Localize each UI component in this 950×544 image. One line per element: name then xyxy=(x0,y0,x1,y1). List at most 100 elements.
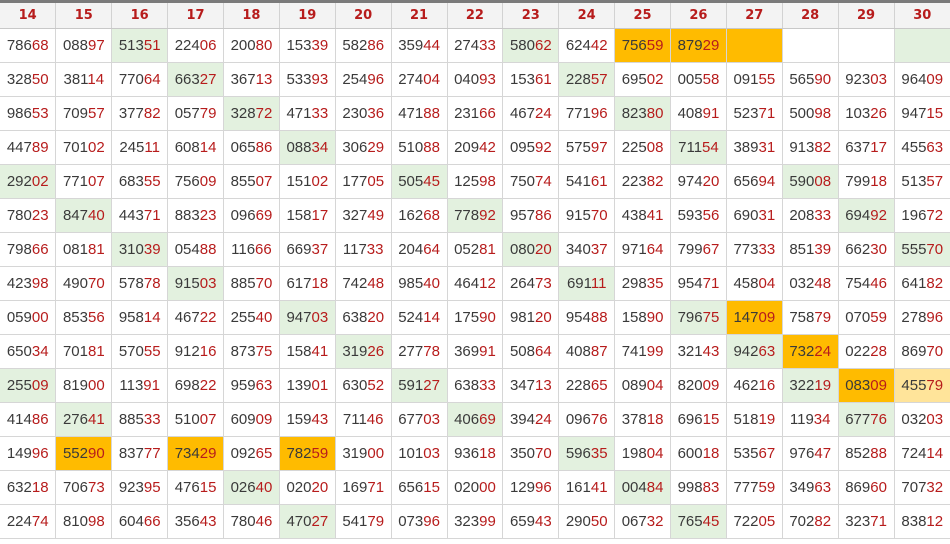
number-head: 513 xyxy=(118,37,144,54)
number-cell: 46724 xyxy=(502,96,559,131)
number-head: 976 xyxy=(789,445,815,462)
number-cell: 30629 xyxy=(334,130,392,165)
number-cell: 15817 xyxy=(278,198,336,233)
number-tail: 09 xyxy=(870,377,887,394)
column-header: 20 xyxy=(334,0,392,29)
number-cell: 16971 xyxy=(334,470,392,505)
number-cell: 44371 xyxy=(111,198,168,233)
number-tail: 33 xyxy=(758,241,776,258)
number-tail: 82 xyxy=(926,275,944,292)
number-tail: 91 xyxy=(143,377,160,394)
number-tail: 76 xyxy=(870,411,887,428)
number-head: 971 xyxy=(621,241,647,258)
number-tail: 98 xyxy=(814,105,832,122)
number-head: 088 xyxy=(286,139,312,156)
number-head: 873 xyxy=(230,343,256,360)
number-head: 462 xyxy=(733,377,759,394)
number-tail: 46 xyxy=(255,513,273,530)
number-tail: 39 xyxy=(143,241,161,258)
number-cell: 70732 xyxy=(893,470,950,505)
number-cell: 11934 xyxy=(781,402,839,437)
number-head: 683 xyxy=(118,173,144,190)
number-head: 328 xyxy=(6,71,32,88)
number-head: 278 xyxy=(901,309,927,326)
number-tail: 15 xyxy=(926,105,944,122)
number-tail: 93 xyxy=(311,71,329,88)
number-cell: 32399 xyxy=(446,504,503,539)
number-cell: 32219 xyxy=(781,368,839,403)
column-header: 25 xyxy=(614,0,671,29)
number-head: 799 xyxy=(677,241,703,258)
number-cell: 31039 xyxy=(111,232,168,267)
number-tail: 29 xyxy=(199,445,217,462)
number-head: 070 xyxy=(845,309,871,326)
number-head: 081 xyxy=(62,241,88,258)
number-tail: 75 xyxy=(255,343,273,360)
number-cell: 35643 xyxy=(167,504,224,539)
number-head: 277 xyxy=(398,343,424,360)
number-head: 117 xyxy=(342,241,367,258)
number-tail: 90 xyxy=(87,445,105,462)
number-cell: 63820 xyxy=(334,300,392,335)
number-head: 196 xyxy=(901,207,927,224)
number-tail: 05 xyxy=(367,173,385,190)
number-tail: 34 xyxy=(813,411,831,428)
number-cell: 75446 xyxy=(837,266,894,301)
number-cell: 69502 xyxy=(614,62,671,97)
number-tail: 04 xyxy=(423,71,440,88)
number-tail: 16 xyxy=(199,343,217,360)
number-cell: 59356 xyxy=(670,198,727,233)
number-head: 096 xyxy=(230,207,256,224)
number-cell: 52414 xyxy=(390,300,447,335)
number-head: 555 xyxy=(901,241,927,258)
number-cell: 88533 xyxy=(111,402,168,437)
number-tail: 22 xyxy=(199,309,217,326)
number-cell: 17705 xyxy=(334,164,392,199)
number-tail: 82 xyxy=(814,513,832,530)
number-cell: 63717 xyxy=(837,130,894,165)
number-tail: 23 xyxy=(199,207,217,224)
number-head: 470 xyxy=(286,513,312,530)
number-tail: 31 xyxy=(758,139,776,156)
number-cell: 85507 xyxy=(223,164,280,199)
number-cell: 63833 xyxy=(446,368,503,403)
number-cell: 27404 xyxy=(390,62,447,97)
number-tail: 33 xyxy=(814,207,832,224)
number-tail: 09 xyxy=(926,71,944,88)
number-tail: 79 xyxy=(926,377,944,394)
number-cell: 53567 xyxy=(725,436,783,471)
number-cell: 26473 xyxy=(502,266,559,301)
number-head: 981 xyxy=(509,309,535,326)
number-cell: 46412 xyxy=(446,266,503,301)
number-tail: 79 xyxy=(814,309,832,326)
number-tail: 67 xyxy=(702,241,720,258)
number-cell: 10326 xyxy=(837,96,894,131)
number-head: 722 xyxy=(733,513,759,530)
number-tail: 98 xyxy=(87,513,105,530)
number-head: 255 xyxy=(230,309,256,326)
table-row: 14996 55290 83777 73429 09265 78259 31900 10103… xyxy=(0,436,950,471)
number-cell: 10103 xyxy=(390,436,447,471)
number-tail: 56 xyxy=(702,207,720,224)
number-head: 701 xyxy=(62,343,88,360)
number-head: 310 xyxy=(118,241,144,258)
number-head: 711 xyxy=(678,139,703,156)
number-head: 923 xyxy=(845,71,871,88)
number-head: 756 xyxy=(174,173,200,190)
number-cell: 78668 xyxy=(0,28,56,63)
number-head: 443 xyxy=(118,207,144,224)
number-cell: 16141 xyxy=(558,470,615,505)
number-cell: 53393 xyxy=(278,62,336,97)
number-tail: 72 xyxy=(255,105,273,122)
number-tail: 54 xyxy=(702,139,719,156)
number-cell: 39424 xyxy=(502,402,559,437)
number-head: 139 xyxy=(286,377,312,394)
number-tail: 88 xyxy=(870,445,887,462)
number-head: 026 xyxy=(230,479,256,496)
number-head: 663 xyxy=(174,71,200,88)
number-cell: 70957 xyxy=(55,96,112,131)
number-head: 754 xyxy=(845,275,871,292)
table-row: 32850 38114 77064 66327 36713 53393 25496 27404… xyxy=(0,62,950,97)
number-head: 632 xyxy=(6,479,32,496)
number-cell: 71154 xyxy=(670,130,727,165)
